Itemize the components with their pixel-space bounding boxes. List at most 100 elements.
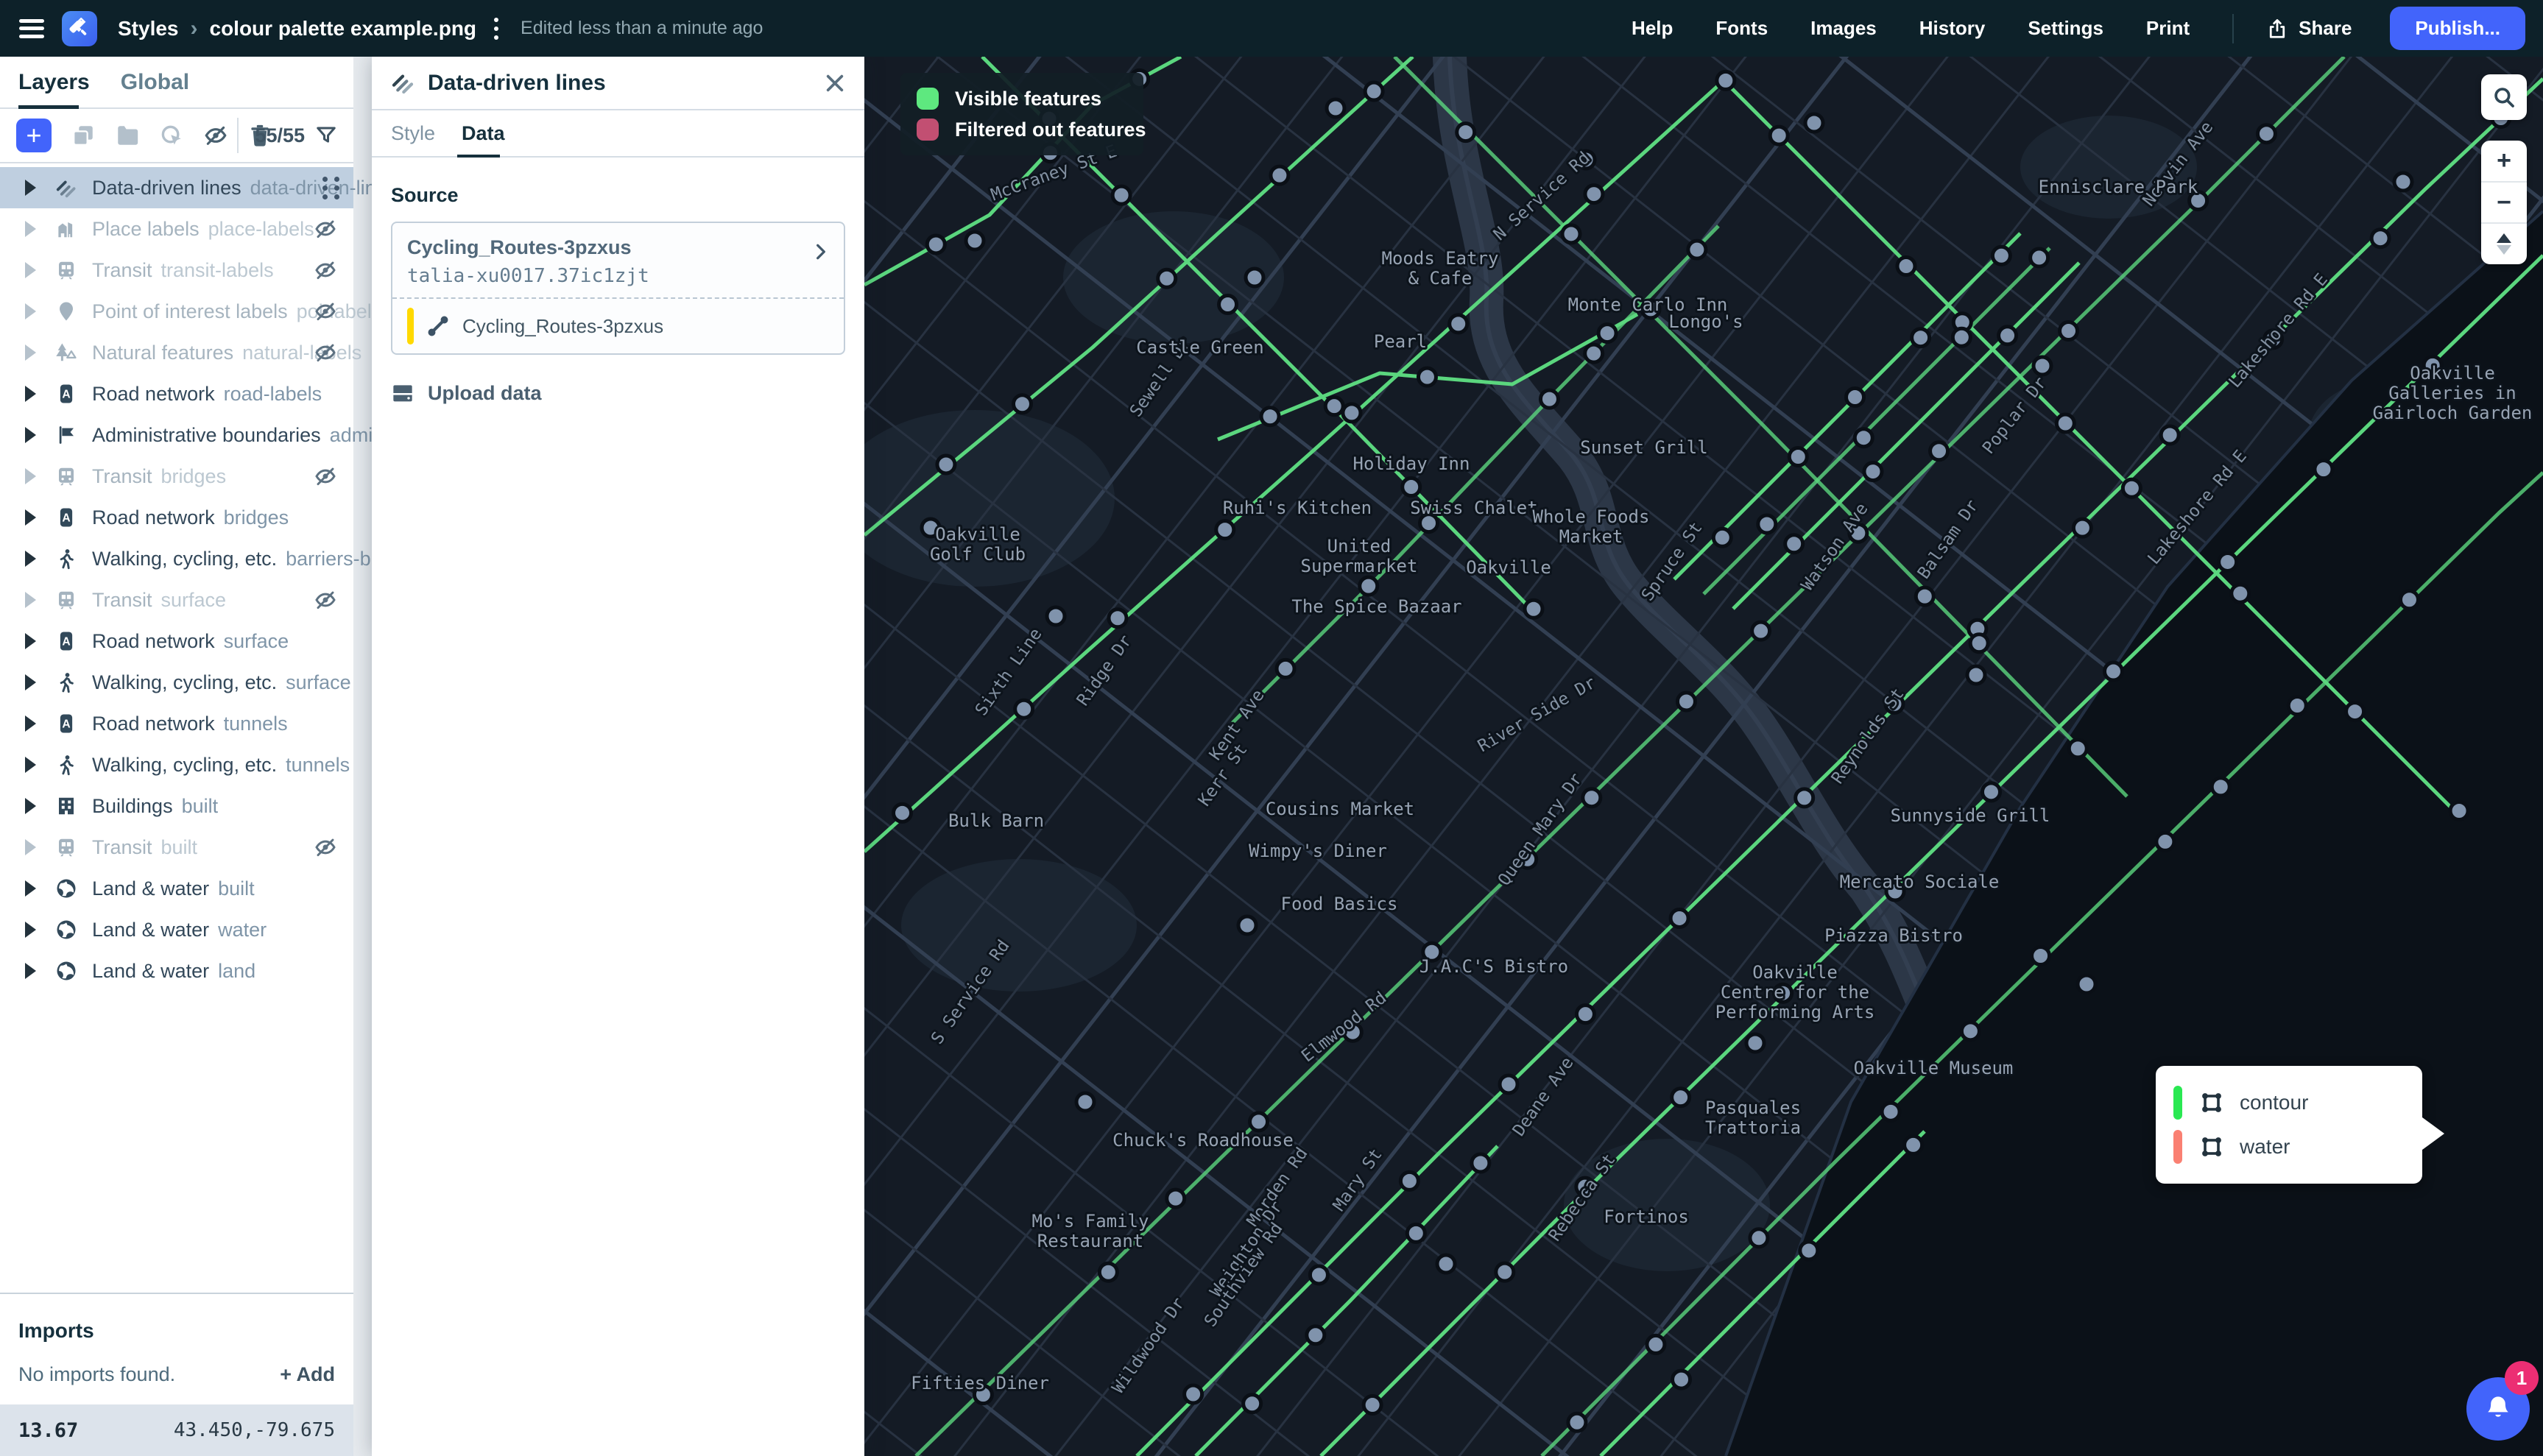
layer-row-place-labels[interactable]: Place labelsplace-labels: [0, 208, 353, 250]
share-button[interactable]: Share: [2266, 17, 2352, 40]
layer-name: Transit: [92, 259, 152, 282]
filter-layers-icon[interactable]: [315, 124, 337, 146]
tab-data[interactable]: Data: [462, 122, 505, 145]
expand-caret-icon[interactable]: [25, 674, 36, 690]
drag-handle[interactable]: [322, 177, 340, 199]
expand-caret-icon[interactable]: [25, 344, 36, 361]
group-folder-icon[interactable]: [115, 123, 140, 148]
natural-icon: [55, 342, 77, 364]
menu-item-history[interactable]: History: [1919, 17, 1986, 40]
eye-off-icon[interactable]: [314, 835, 337, 859]
expand-caret-icon[interactable]: [25, 798, 36, 814]
layer-row-tunnels[interactable]: Walking, cycling, etc.tunnels: [0, 744, 353, 785]
select-feature-icon[interactable]: [159, 123, 184, 148]
expand-caret-icon[interactable]: [25, 509, 36, 526]
expand-caret-icon[interactable]: [25, 468, 36, 484]
expand-caret-icon[interactable]: [25, 386, 36, 402]
expand-caret-icon[interactable]: [25, 963, 36, 979]
eye-off-icon[interactable]: [314, 464, 337, 488]
layer-row-surface[interactable]: ARoad networksurface: [0, 621, 353, 662]
expand-caret-icon[interactable]: [25, 880, 36, 897]
svg-text:Ennisclare Park: Ennisclare Park: [2039, 177, 2198, 197]
expand-caret-icon[interactable]: [25, 221, 36, 237]
add-layer-button[interactable]: +: [16, 119, 52, 152]
tab-global[interactable]: Global: [121, 70, 189, 95]
menu-item-settings[interactable]: Settings: [2028, 17, 2103, 40]
layer-row-tunnels[interactable]: ARoad networktunnels: [0, 703, 353, 744]
layer-row-built[interactable]: Land & waterbuilt: [0, 868, 353, 909]
layer-name: Transit: [92, 836, 152, 859]
publish-button[interactable]: Publish...: [2390, 7, 2525, 50]
layer-row-built[interactable]: Transitbuilt: [0, 827, 353, 868]
layer-id: surface: [161, 589, 227, 612]
expand-caret-icon[interactable]: [25, 633, 36, 649]
eye-off-icon[interactable]: [314, 217, 337, 241]
popup-row-water[interactable]: water: [2173, 1125, 2405, 1169]
hamburger-menu-icon[interactable]: [19, 19, 44, 38]
layer-id: road-labels: [224, 383, 322, 406]
layer-row-bridges[interactable]: ARoad networkbridges: [0, 497, 353, 538]
source-sublayer-row[interactable]: Cycling_Routes-3pzxus: [392, 297, 844, 353]
eye-off-icon[interactable]: [314, 588, 337, 612]
layer-row-data-driven-lines[interactable]: Data-driven linesdata-driven-lines: [0, 167, 353, 208]
bell-icon: [2483, 1393, 2514, 1424]
layer-row-built[interactable]: Buildingsbuilt: [0, 785, 353, 827]
layer-name: Data-driven lines: [92, 177, 241, 199]
menu-item-help[interactable]: Help: [1632, 17, 1673, 40]
layer-row-admin[interactable]: Administrative boundariesadmin: [0, 414, 353, 456]
layer-row-water[interactable]: Land & waterwater: [0, 909, 353, 950]
expand-caret-icon[interactable]: [25, 715, 36, 732]
expand-caret-icon[interactable]: [25, 303, 36, 319]
hide-layer-icon[interactable]: [203, 123, 228, 148]
svg-text:The Spice Bazaar: The Spice Bazaar: [1291, 596, 1461, 617]
layer-row-natural-labels[interactable]: Natural featuresnatural-labels: [0, 332, 353, 373]
layer-row-barriers-bridges[interactable]: Walking, cycling, etc.barriers-bridges: [0, 538, 353, 579]
upload-data-button[interactable]: Upload data: [391, 381, 864, 405]
expand-caret-icon[interactable]: [25, 180, 36, 196]
sidebar-tabs: Layers Global: [0, 57, 353, 109]
mapbox-studio-logo[interactable]: [62, 11, 97, 46]
source-tileset-row[interactable]: Cycling_Routes-3pzxus talia-xu0017.37ic1…: [392, 223, 844, 297]
expand-caret-icon[interactable]: [25, 551, 36, 567]
globe-icon: [55, 877, 77, 900]
compass-button[interactable]: [2481, 222, 2527, 264]
layer-row-surface[interactable]: Transitsurface: [0, 579, 353, 621]
tab-style[interactable]: Style: [391, 122, 435, 145]
popup-row-contour[interactable]: contour: [2173, 1081, 2405, 1125]
layer-row-poi-labels[interactable]: Point of interest labelspoi-labels: [0, 291, 353, 332]
layer-row-road-labels[interactable]: ARoad networkroad-labels: [0, 373, 353, 414]
layer-id: built: [218, 877, 255, 900]
menu-item-fonts[interactable]: Fonts: [1715, 17, 1768, 40]
tab-layers[interactable]: Layers: [18, 70, 90, 95]
expand-caret-icon[interactable]: [25, 922, 36, 938]
duplicate-layer-icon[interactable]: [71, 123, 96, 148]
layer-row-land[interactable]: Land & waterland: [0, 950, 353, 992]
breadcrumb-styles[interactable]: Styles: [118, 17, 179, 40]
map-canvas[interactable]: McCraney St EN Service RdNelvin AvePopla…: [864, 57, 2543, 1456]
zoom-in-button[interactable]: +: [2481, 141, 2527, 181]
title-kebab-menu-icon[interactable]: [494, 18, 498, 40]
layer-row-transit-labels[interactable]: Transittransit-labels: [0, 250, 353, 291]
expand-caret-icon[interactable]: [25, 262, 36, 278]
expand-caret-icon[interactable]: [25, 839, 36, 855]
expand-caret-icon[interactable]: [25, 757, 36, 773]
svg-text:Castle Green: Castle Green: [1136, 337, 1263, 358]
eye-off-icon[interactable]: [314, 258, 337, 282]
menu-item-images[interactable]: Images: [1810, 17, 1877, 40]
eye-off-icon[interactable]: [314, 300, 337, 323]
layer-name: Road network: [92, 506, 215, 529]
close-panel-icon[interactable]: [823, 71, 847, 95]
transit-icon: [55, 836, 77, 858]
menu-item-print[interactable]: Print: [2146, 17, 2190, 40]
expand-caret-icon[interactable]: [25, 427, 36, 443]
layer-row-bridges[interactable]: Transitbridges: [0, 456, 353, 497]
svg-text:Food Basics: Food Basics: [1281, 894, 1398, 914]
zoom-out-button[interactable]: −: [2481, 181, 2527, 223]
polygon-icon: [2198, 1089, 2225, 1116]
expand-caret-icon[interactable]: [25, 592, 36, 608]
add-import-button[interactable]: + Add: [280, 1363, 335, 1386]
eye-off-icon[interactable]: [314, 341, 337, 364]
layer-row-surface[interactable]: Walking, cycling, etc.surface: [0, 662, 353, 703]
map-search-button[interactable]: [2481, 74, 2527, 120]
svg-text:J.A.C'S Bistro: J.A.C'S Bistro: [1419, 956, 1568, 977]
